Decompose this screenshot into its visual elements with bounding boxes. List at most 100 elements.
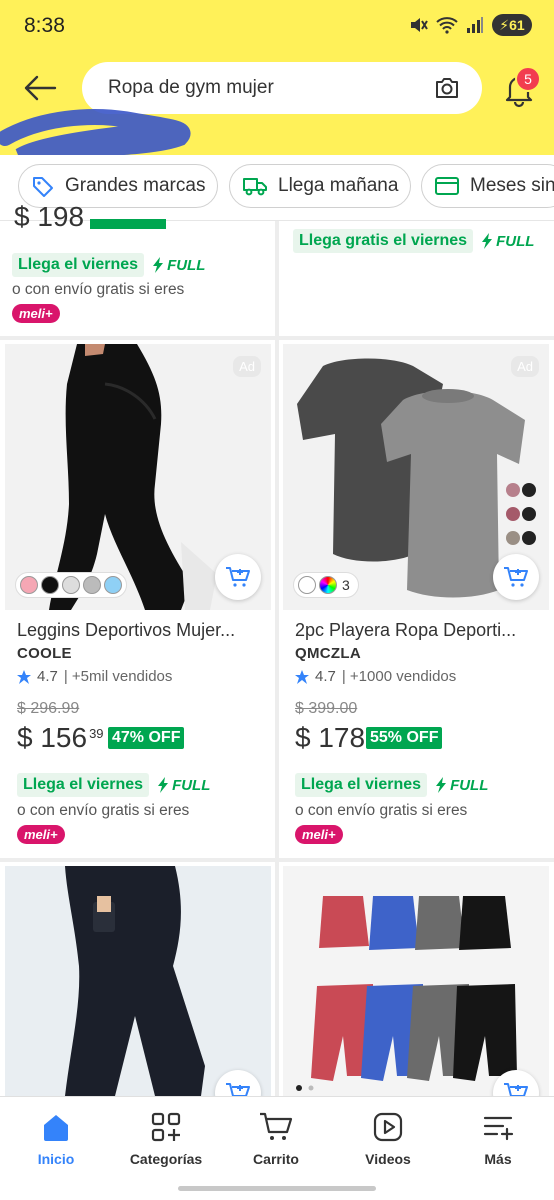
nav-label: Inicio bbox=[37, 1151, 75, 1167]
product-brand: COOLE bbox=[17, 645, 72, 662]
bottom-navigation: Inicio Categorías Carrito Videos Más bbox=[0, 1096, 554, 1200]
full-badge: FULL bbox=[152, 257, 205, 274]
star-icon bbox=[295, 669, 309, 684]
meli-plus-badge: meli+ bbox=[12, 304, 60, 323]
status-bar: 8:38 ⚡ 61 bbox=[0, 0, 554, 55]
cart-plus-icon bbox=[504, 567, 528, 587]
product-image[interactable] bbox=[5, 866, 271, 1096]
alt-shipping: o con envío gratis si eres bbox=[12, 281, 185, 298]
battery-level: 61 bbox=[509, 17, 525, 33]
full-badge: FULL bbox=[435, 777, 488, 794]
lightning-icon bbox=[436, 777, 447, 793]
alt-shipping: o con envío gratis si eres bbox=[295, 802, 468, 819]
lightning-icon bbox=[153, 257, 164, 273]
play-icon bbox=[373, 1112, 403, 1142]
search-input[interactable]: Ropa de gym mujer bbox=[82, 62, 482, 114]
nav-mas[interactable]: Más bbox=[448, 1111, 548, 1167]
swatch-white[interactable] bbox=[62, 576, 80, 594]
shipping-info: Llega el viernes FULL bbox=[295, 773, 488, 797]
nav-label: Más bbox=[484, 1151, 512, 1167]
sold-count: | +5mil vendidos bbox=[63, 668, 173, 685]
price-value: $ 178 bbox=[295, 722, 366, 753]
product-brand: QMCZLA bbox=[295, 645, 361, 662]
product-title[interactable]: Leggins Deportivos Mujer... bbox=[17, 620, 267, 641]
swatch-gray[interactable] bbox=[83, 576, 101, 594]
product-image[interactable]: Ad bbox=[5, 344, 271, 610]
truck-icon bbox=[243, 178, 267, 196]
discount-badge-partial bbox=[90, 219, 166, 229]
product-rating: 4.7 | +1000 vendidos bbox=[295, 668, 456, 685]
nav-inicio[interactable]: Inicio bbox=[6, 1111, 106, 1167]
nav-label: Videos bbox=[365, 1151, 411, 1167]
nav-carrito[interactable]: Carrito bbox=[226, 1111, 326, 1167]
color-swatches[interactable]: 3 bbox=[293, 572, 359, 598]
credit-card-icon bbox=[435, 177, 459, 195]
swatch-black[interactable] bbox=[41, 576, 59, 594]
search-query: Ropa de gym mujer bbox=[108, 77, 274, 98]
cart-plus-icon bbox=[226, 1083, 250, 1096]
product-card-partial-left[interactable]: $ 198 Llega el viernes FULL o con envío … bbox=[0, 201, 275, 336]
product-image[interactable]: Ad 3 bbox=[283, 344, 549, 610]
product-card-partial-right[interactable]: Llega gratis el viernes FULL bbox=[279, 221, 554, 336]
nav-label: Carrito bbox=[253, 1151, 299, 1167]
mute-icon bbox=[411, 18, 428, 32]
nav-label: Categorías bbox=[129, 1151, 203, 1167]
shipping-info: Llega el viernes FULL bbox=[17, 773, 210, 797]
full-label: FULL bbox=[172, 776, 211, 794]
ad-tag: Ad bbox=[233, 356, 261, 377]
add-to-cart-button[interactable] bbox=[493, 554, 539, 600]
status-icons: ⚡ 61 bbox=[408, 14, 532, 36]
wifi-icon bbox=[436, 17, 458, 34]
price: $ 156 39 bbox=[17, 722, 104, 754]
product-title[interactable]: 2pc Playera Ropa Deporti... bbox=[295, 620, 545, 641]
home-icon bbox=[44, 1115, 68, 1141]
star-icon bbox=[17, 669, 31, 684]
nav-categorias[interactable]: Categorías bbox=[116, 1111, 216, 1167]
categories-icon bbox=[151, 1112, 181, 1142]
chip-llega-manana[interactable]: Llega mañana bbox=[229, 164, 412, 208]
back-button[interactable] bbox=[20, 68, 60, 108]
swatch-white[interactable] bbox=[298, 576, 316, 594]
nav-videos[interactable]: Videos bbox=[338, 1111, 438, 1167]
product-card[interactable] bbox=[0, 862, 275, 1096]
add-to-cart-button[interactable] bbox=[215, 554, 261, 600]
chip-label: Meses sin bbox=[470, 175, 554, 196]
full-badge: FULL bbox=[157, 777, 210, 794]
notification-badge: 5 bbox=[515, 66, 541, 92]
shipping-info: Llega el viernes FULL bbox=[12, 253, 205, 277]
signal-icon bbox=[467, 17, 483, 33]
camera-icon[interactable] bbox=[434, 76, 460, 100]
cart-plus-icon bbox=[504, 1083, 528, 1096]
chip-meses-sin[interactable]: Meses sin bbox=[421, 164, 554, 208]
price: $ 198 bbox=[14, 201, 85, 232]
home-indicator bbox=[178, 1186, 376, 1191]
rating-value: 4.7 bbox=[37, 668, 58, 685]
sports-set-image bbox=[283, 866, 549, 1096]
product-card[interactable]: Ad 3 2pc Playera Ropa Deporti... QMCZLA … bbox=[279, 340, 554, 858]
swatch-pink[interactable] bbox=[20, 576, 38, 594]
lightning-icon bbox=[482, 233, 493, 249]
discount-badge: 55% OFF bbox=[366, 727, 443, 749]
product-card[interactable] bbox=[279, 862, 554, 1096]
tag-icon bbox=[33, 177, 53, 197]
shipping-info: Llega gratis el viernes FULL bbox=[293, 229, 534, 253]
product-image[interactable] bbox=[283, 866, 549, 1096]
leggings-pocket-image bbox=[5, 866, 271, 1096]
discount-badge: 47% OFF bbox=[108, 727, 185, 749]
meli-plus-badge: meli+ bbox=[295, 825, 343, 844]
cart-plus-icon bbox=[226, 567, 250, 587]
battery-indicator: ⚡ 61 bbox=[492, 14, 532, 36]
menu-plus-icon bbox=[483, 1116, 514, 1141]
swatch-multicolor[interactable] bbox=[319, 576, 337, 594]
swatch-blue[interactable] bbox=[104, 576, 122, 594]
full-label: FULL bbox=[450, 776, 489, 794]
chip-label: Llega mañana bbox=[278, 175, 399, 196]
price: $ 178 bbox=[295, 722, 365, 754]
product-card[interactable]: Ad Leggins Deportivos Mujer... COOLE 4.7… bbox=[0, 340, 275, 858]
shipping-label: Llega el viernes bbox=[295, 773, 428, 797]
full-label: FULL bbox=[167, 256, 206, 274]
old-price: $ 296.99 bbox=[17, 700, 80, 717]
ad-tag: Ad bbox=[511, 356, 539, 377]
color-swatches[interactable] bbox=[15, 572, 127, 598]
lightning-icon bbox=[158, 777, 169, 793]
